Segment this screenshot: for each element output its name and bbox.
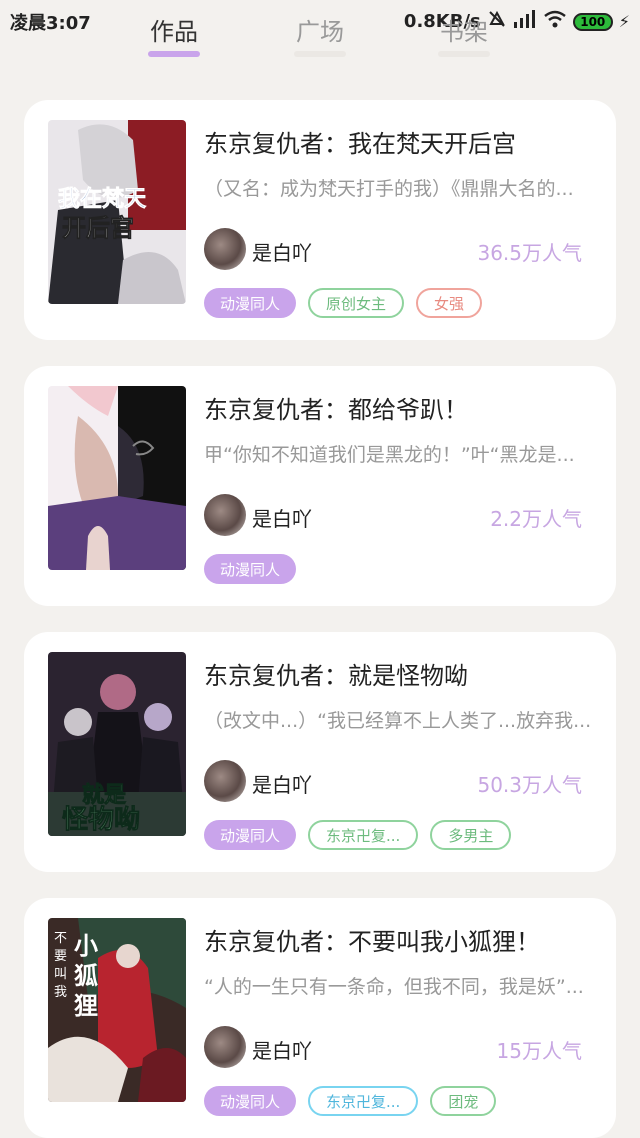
work-title[interactable]: 东京复仇者：不要叫我小狐狸！ xyxy=(204,922,540,957)
tag[interactable]: 女强 xyxy=(416,288,483,318)
tag[interactable]: 团宠 xyxy=(430,1086,497,1116)
work-description: 甲“你知不知道我们是黑龙的！”叶“黑龙是... xyxy=(204,444,575,466)
book-cover[interactable]: 不 要 叫 我 小 狐 狸 xyxy=(48,918,186,1102)
cover-title-line1: 不 xyxy=(54,931,67,946)
author-avatar[interactable] xyxy=(204,494,246,536)
tag[interactable]: 原创女主 xyxy=(308,288,405,318)
author-avatar[interactable] xyxy=(204,760,246,802)
tag[interactable]: 东京卍复... xyxy=(308,1086,419,1116)
tag[interactable]: 多男主 xyxy=(430,820,512,850)
author-avatar[interactable] xyxy=(204,228,246,270)
work-title[interactable]: 东京复仇者：都给爷趴！ xyxy=(204,390,468,425)
tag[interactable]: 动漫同人 xyxy=(204,288,297,318)
work-description: （改文中...）“我已经算不上人类了...放弃我... xyxy=(204,710,592,732)
tab-square[interactable]: 广场 xyxy=(280,12,360,47)
book-cover[interactable]: 我在梵天 开后宫 xyxy=(48,120,186,304)
work-card[interactable]: 就是 怪物呦 东京复仇者：就是怪物呦 （改文中...）“我已经算不上人类了...… xyxy=(24,632,616,872)
cover-title-line3: 叫 xyxy=(54,967,67,982)
author-avatar[interactable] xyxy=(204,1026,246,1068)
author-name[interactable]: 是白吖 xyxy=(252,503,312,532)
top-tabs: 作品 广场 书架 xyxy=(0,0,640,70)
work-card[interactable]: 不 要 叫 我 小 狐 狸 东京复仇者：不要叫我小狐狸！ “人的一生只有一条命，… xyxy=(24,898,616,1138)
popularity-count: 15万人气 xyxy=(496,1039,582,1063)
cover-title-line7: 狸 xyxy=(74,992,98,1020)
tab-bookshelf[interactable]: 书架 xyxy=(424,12,504,47)
work-description: （又名：成为梵天打手的我）《鼎鼎大名的... xyxy=(204,178,574,200)
popularity-count: 50.3万人气 xyxy=(477,773,582,797)
cover-title-line1: 我在梵天 xyxy=(58,186,147,212)
author-name[interactable]: 是白吖 xyxy=(252,1035,312,1064)
book-cover[interactable]: 就是 怪物呦 xyxy=(48,652,186,836)
work-description: “人的一生只有一条命，但我不同，我是妖”... xyxy=(204,976,584,998)
work-title[interactable]: 东京复仇者：我在梵天开后宫 xyxy=(204,124,516,159)
tag[interactable]: 动漫同人 xyxy=(204,554,297,584)
tag-list: 动漫同人 原创女主 女强 xyxy=(204,288,483,318)
tag-list: 动漫同人 xyxy=(204,554,297,584)
tab-indicator-active xyxy=(148,51,200,57)
work-card[interactable]: 我在梵天 开后宫 东京复仇者：我在梵天开后宫 （又名：成为梵天打手的我）《鼎鼎大… xyxy=(24,100,616,340)
tag-list: 动漫同人 东京卍复... 多男主 xyxy=(204,820,512,850)
cover-title-line2: 怪物呦 xyxy=(62,805,140,835)
tab-indicator xyxy=(438,51,490,57)
author-name[interactable]: 是白吖 xyxy=(252,769,312,798)
cover-title-line5: 小 xyxy=(74,932,98,960)
tag[interactable]: 东京卍复... xyxy=(308,820,419,850)
work-card[interactable]: 东京复仇者：都给爷趴！ 甲“你知不知道我们是黑龙的！”叶“黑龙是... 是白吖 … xyxy=(24,366,616,606)
cover-title-line2: 要 xyxy=(54,949,67,964)
popularity-count: 2.2万人气 xyxy=(490,507,582,531)
tab-works[interactable]: 作品 xyxy=(134,12,214,47)
cover-title-line2: 开后宫 xyxy=(62,214,134,242)
tag-list: 动漫同人 东京卍复... 团宠 xyxy=(204,1086,497,1116)
author-name[interactable]: 是白吖 xyxy=(252,237,312,266)
book-cover[interactable] xyxy=(48,386,186,570)
popularity-count: 36.5万人气 xyxy=(477,241,582,265)
tag[interactable]: 动漫同人 xyxy=(204,820,297,850)
tab-indicator xyxy=(294,51,346,57)
tag[interactable]: 动漫同人 xyxy=(204,1086,297,1116)
work-title[interactable]: 东京复仇者：就是怪物呦 xyxy=(204,656,468,691)
cover-title-line4: 我 xyxy=(54,985,67,1000)
cover-title-line6: 狐 xyxy=(74,962,98,990)
